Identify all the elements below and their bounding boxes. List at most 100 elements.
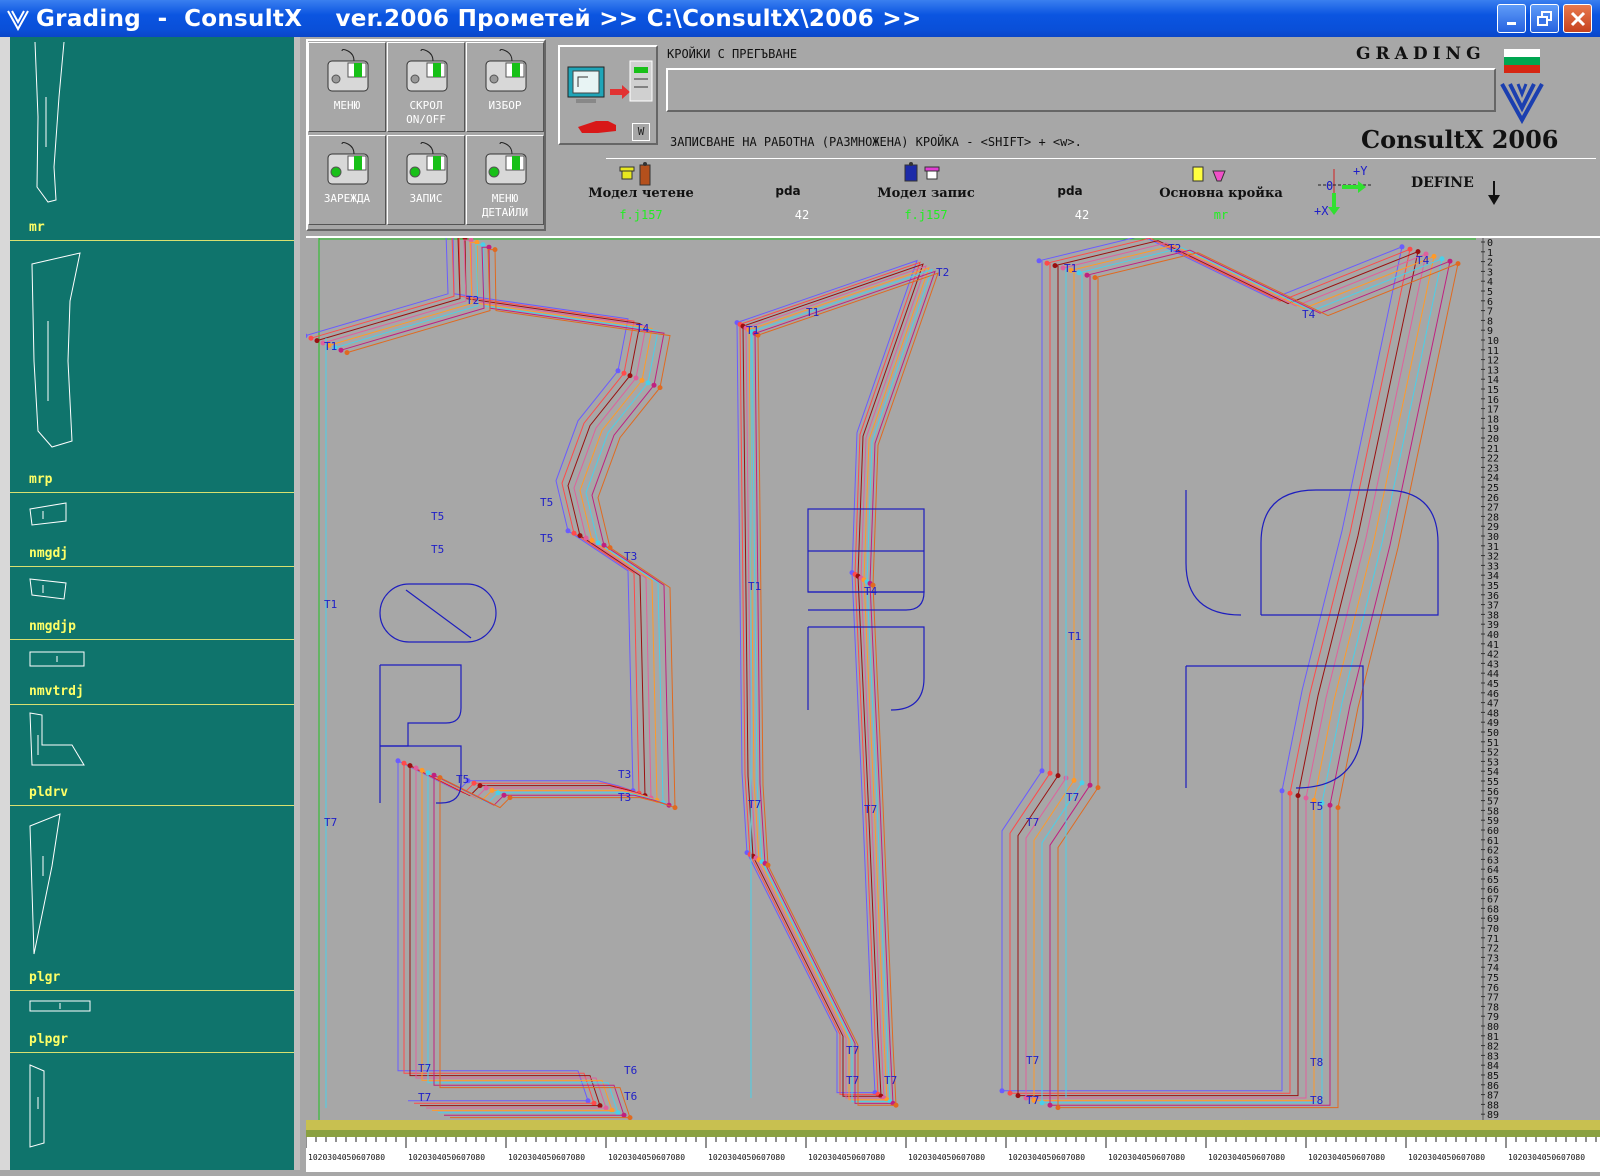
side-piece[interactable] (734, 259, 939, 1108)
read-size-label: pda (775, 184, 801, 198)
front-piece[interactable] (302, 230, 678, 1121)
piece-thumbnail-pldrv (29, 712, 85, 766)
read-model-value[interactable]: f.j157 (586, 208, 696, 222)
svg-text:1020304050607080: 1020304050607080 (308, 1153, 385, 1162)
svg-text:T4: T4 (1302, 308, 1316, 321)
svg-text:T7: T7 (748, 798, 761, 811)
svg-text:T7: T7 (846, 1074, 859, 1087)
svg-text:1020304050607080: 1020304050607080 (1308, 1153, 1385, 1162)
mouse-icon (406, 49, 448, 92)
load-button[interactable]: ЗАРЕЖДА (308, 135, 386, 225)
svg-text:T1: T1 (748, 580, 761, 593)
write-model-value[interactable]: f.j157 (871, 208, 981, 222)
svg-text:T5: T5 (540, 496, 553, 509)
svg-text:1020304050607080: 1020304050607080 (1208, 1153, 1285, 1162)
svg-text:1020304050607080: 1020304050607080 (1508, 1153, 1585, 1162)
horizontal-ruler: 1020304050607080 1020304050607080 10203040… (306, 1120, 1600, 1172)
svg-text:1020304050607080: 1020304050607080 (808, 1153, 885, 1162)
read-size-value[interactable]: 42 (782, 208, 822, 222)
piece-thumbnail-extra (29, 1064, 45, 1148)
back-piece[interactable] (999, 235, 1461, 1111)
details-menu-button[interactable]: МЕНЮ ДЕТАЙЛИ (466, 135, 544, 225)
piece-item-plpgr[interactable]: plpgr (10, 991, 294, 1053)
svg-text:T7: T7 (884, 1074, 897, 1087)
pattern-drawing[interactable]: T1 T2 T1 T4 T3 T5 T5 T5 T5 T5 T3 T3 T7 T7 T7 T6 T6 T1 T1 T2… (302, 230, 1600, 1172)
scroll-toggle-button[interactable]: СКРОЛ ON/OFF (387, 42, 465, 132)
header-divider (606, 158, 1596, 159)
read-model-label: Модел четене (588, 186, 694, 201)
svg-text:1020304050607080: 1020304050607080 (708, 1153, 785, 1162)
write-model-label: Модел запис (877, 186, 975, 201)
svg-text:T8: T8 (1310, 1094, 1323, 1107)
write-size-value[interactable]: 42 (1062, 208, 1102, 222)
svg-text:T7: T7 (1026, 1094, 1039, 1107)
flag-icon (1504, 49, 1540, 73)
svg-text:T7: T7 (324, 816, 337, 829)
piece-thumbnail-nmvtrdj (29, 651, 85, 667)
mouse-icon (406, 142, 448, 185)
write-model-icon (904, 162, 940, 182)
pattern-pieces-panel: mr mrp nmgdj nmgdjp nmvtrdj pldrv plgr p… (0, 37, 300, 1170)
mouse-icon (485, 49, 527, 92)
svg-text:T7: T7 (1026, 1054, 1039, 1067)
piece-item-nmgdjp[interactable]: nmgdjp (10, 567, 294, 640)
brand-title: ConsultX 2006 (1361, 125, 1559, 154)
arrow-down-icon (1488, 181, 1500, 205)
piece-item-pldrv[interactable]: pldrv (10, 705, 294, 806)
mouse-icon (485, 142, 527, 185)
base-pattern-label: Основна кройка (1159, 186, 1283, 201)
grading-label: GRADING (1356, 44, 1486, 64)
piece-item-mrp[interactable]: mrp (10, 241, 294, 493)
consultx-logo-icon (1500, 83, 1544, 124)
svg-text:1020304050607080: 1020304050607080 (908, 1153, 985, 1162)
svg-text:T7: T7 (1066, 791, 1079, 804)
base-pattern-icon (1192, 166, 1226, 182)
w-key-button[interactable]: W (632, 123, 650, 141)
piece-item-extra[interactable] (10, 1053, 294, 1170)
svg-text:T2: T2 (1168, 242, 1181, 255)
svg-text:T5: T5 (456, 773, 469, 786)
minimize-icon (1506, 21, 1516, 25)
svg-text:T4: T4 (864, 585, 878, 598)
svg-text:T1: T1 (324, 598, 337, 611)
piece-item-mr[interactable]: mr (10, 37, 294, 241)
svg-text:T5: T5 (1310, 800, 1323, 813)
piece-thumbnail-mr (34, 41, 65, 203)
close-button[interactable] (1563, 4, 1592, 33)
select-button[interactable]: ИЗБОР (466, 42, 544, 132)
save-button[interactable]: ЗАПИС (387, 135, 465, 225)
piece-item-plgr[interactable]: plgr (10, 806, 294, 991)
svg-text:T2: T2 (466, 294, 479, 307)
piece-item-nmgdj[interactable]: nmgdj (10, 493, 294, 567)
write-size-label: pda (1057, 184, 1083, 198)
piece-item-nmvtrdj[interactable]: nmvtrdj (10, 640, 294, 705)
monitor-panel[interactable]: W (558, 45, 658, 145)
svg-text:1020304050607080: 1020304050607080 (508, 1153, 585, 1162)
svg-text:T5: T5 (431, 543, 444, 556)
svg-text:T1: T1 (324, 340, 337, 353)
svg-text:T8: T8 (1310, 1056, 1323, 1069)
restore-icon (1536, 10, 1552, 26)
restore-button[interactable] (1530, 4, 1559, 33)
base-pattern-value[interactable]: mr (1186, 208, 1256, 222)
define-label[interactable]: DEFINE (1411, 175, 1474, 191)
svg-text:T3: T3 (624, 550, 637, 563)
app-logo-icon (7, 10, 29, 31)
menu-button[interactable]: МЕНЮ (308, 42, 386, 132)
svg-text:T7: T7 (846, 1044, 859, 1057)
close-icon (1570, 11, 1585, 26)
svg-text:T6: T6 (624, 1090, 637, 1103)
pattern-canvas[interactable]: T1 T2 T1 T4 T3 T5 T5 T5 T5 T5 T3 T3 T7 T7 T7 T6 T6 T1 T1 T2… (302, 230, 1600, 1172)
minimize-button[interactable] (1497, 4, 1526, 33)
mouse-icon (327, 49, 369, 92)
piece-thumbnail-plgr (29, 813, 61, 955)
message-field[interactable] (666, 68, 1496, 112)
svg-text:T1: T1 (746, 324, 759, 337)
svg-text:T2: T2 (936, 266, 949, 279)
svg-text:1020304050607080: 1020304050607080 (408, 1153, 485, 1162)
vertical-ruler: 0123456789101112131415161718192021222324… (1481, 238, 1499, 1123)
svg-text:1020304050607080: 1020304050607080 (1408, 1153, 1485, 1162)
read-model-icon (619, 162, 651, 186)
axis-origin: 0 (1326, 179, 1334, 193)
piece-thumbnail-nmgdjp (29, 578, 67, 600)
